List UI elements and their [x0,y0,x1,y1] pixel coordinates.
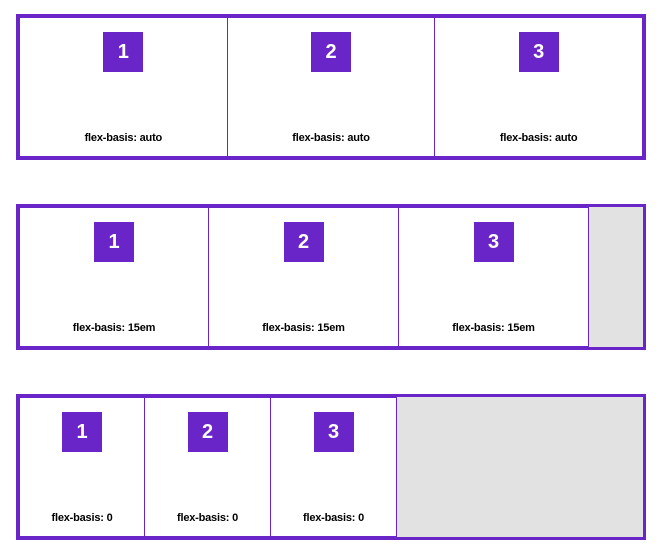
flex-basis-label: flex-basis: 15em [209,322,398,334]
number-box: 3 [474,222,514,262]
flex-cell: 1 flex-basis: 15em [19,207,209,347]
flex-basis-label: flex-basis: 0 [20,512,144,524]
diagram-page: 1 flex-basis: auto 2 flex-basis: auto 3 … [0,0,662,556]
flex-basis-label: flex-basis: 15em [20,322,208,334]
number-box: 1 [103,32,143,72]
flex-cell: 2 flex-basis: 15em [209,207,399,347]
number-box: 2 [188,412,228,452]
flex-row-auto: 1 flex-basis: auto 2 flex-basis: auto 3 … [16,14,646,160]
number-box: 3 [314,412,354,452]
flex-cell: 2 flex-basis: auto [228,17,436,157]
flex-row-15em: 1 flex-basis: 15em 2 flex-basis: 15em 3 … [16,204,646,350]
flex-basis-label: flex-basis: 0 [145,512,270,524]
flex-basis-label: flex-basis: 0 [271,512,396,524]
flex-cell: 3 flex-basis: auto [435,17,643,157]
flex-cell: 3 flex-basis: 0 [271,397,397,537]
flex-cell: 1 flex-basis: auto [19,17,228,157]
number-box: 1 [94,222,134,262]
number-box: 3 [519,32,559,72]
number-box: 1 [62,412,102,452]
flex-basis-label: flex-basis: auto [228,132,435,144]
flex-cell: 1 flex-basis: 0 [19,397,145,537]
flex-basis-label: flex-basis: auto [20,132,227,144]
number-box: 2 [284,222,324,262]
flex-basis-label: flex-basis: auto [435,132,642,144]
flex-cell: 2 flex-basis: 0 [145,397,271,537]
flex-basis-label: flex-basis: 15em [399,322,588,334]
flex-cell: 3 flex-basis: 15em [399,207,589,347]
number-box: 2 [311,32,351,72]
flex-row-zero: 1 flex-basis: 0 2 flex-basis: 0 3 flex-b… [16,394,646,540]
